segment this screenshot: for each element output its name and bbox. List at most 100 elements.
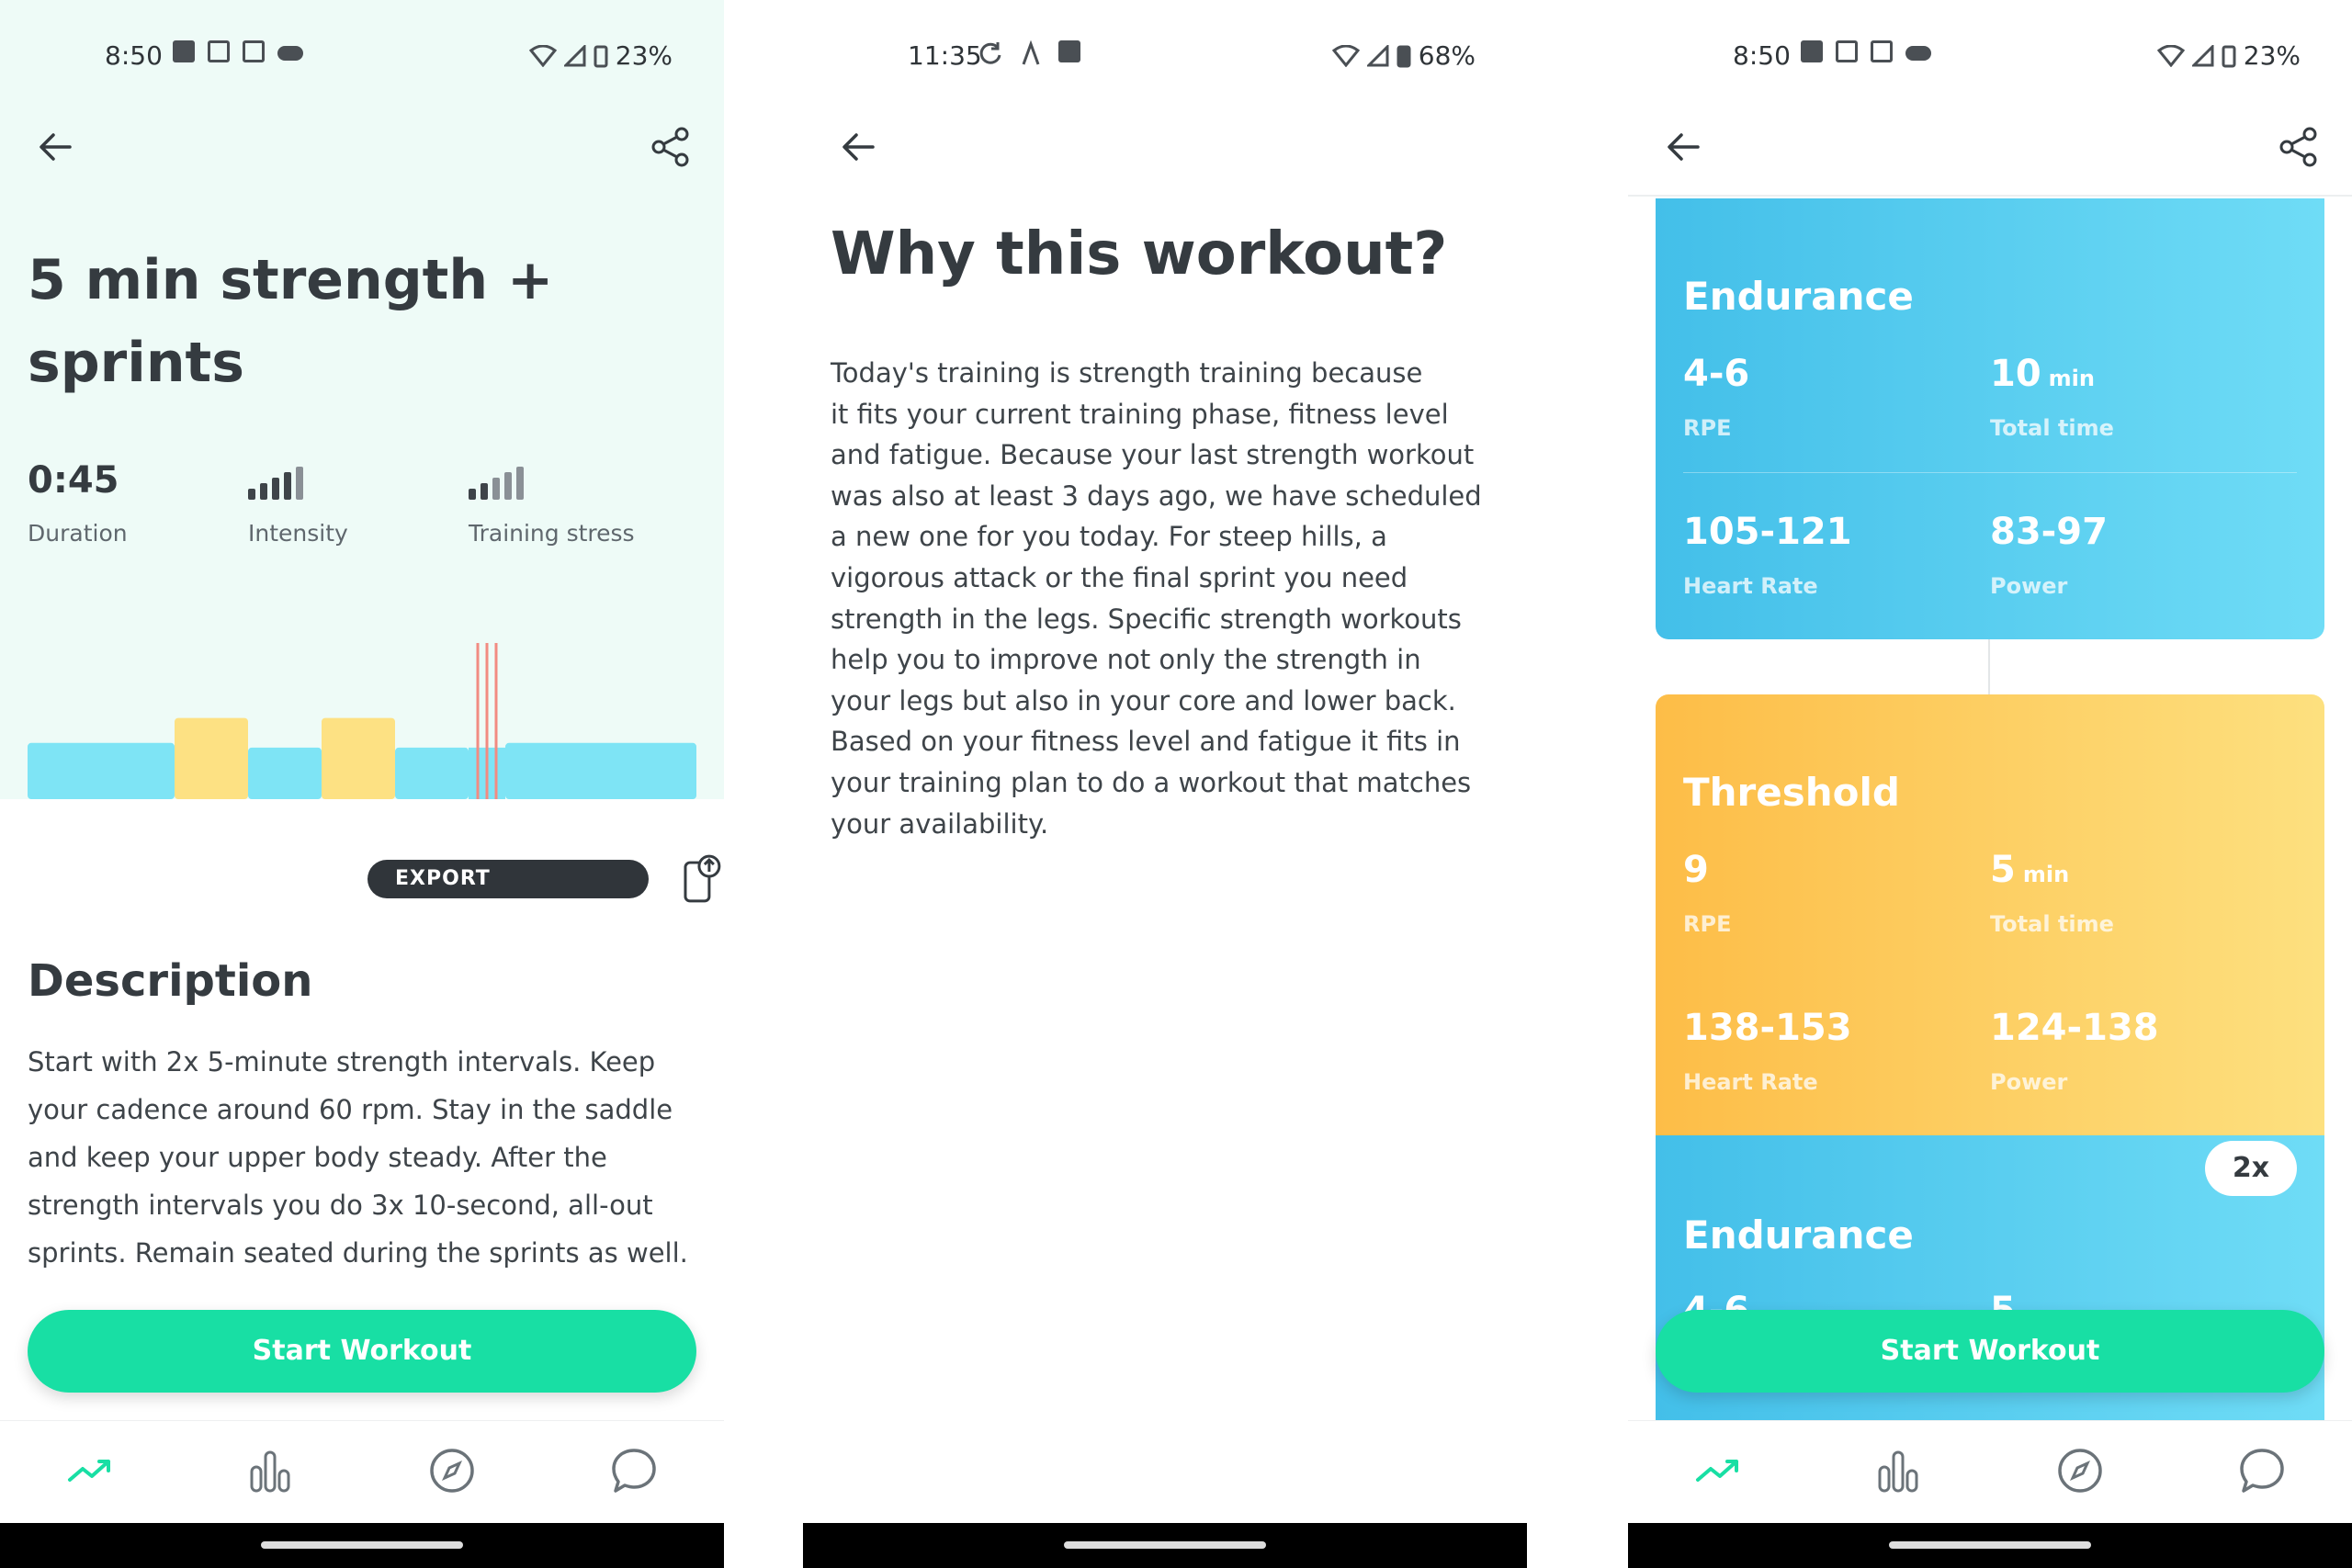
export-device-icon[interactable] (680, 853, 724, 905)
export-row: EXPORT WORKOUT (368, 854, 724, 929)
intensity-bars-icon (248, 459, 348, 500)
endurance-bar (248, 747, 322, 799)
duration-value: 0:45 (28, 459, 119, 502)
endurance-bar (395, 747, 469, 799)
calendar-icon (208, 40, 230, 62)
zone-title: Threshold (1683, 770, 1900, 815)
wifi-icon (528, 44, 557, 67)
rpe-value: 9 (1683, 849, 1709, 891)
heart-rate-value: 138-153 (1683, 1007, 1852, 1049)
battery-icon (594, 45, 608, 67)
intensity-stat: Intensity (248, 459, 348, 547)
home-indicator[interactable] (1064, 1541, 1266, 1549)
power-label: Power (1990, 1069, 2068, 1095)
sprint-interval-bar (485, 643, 489, 799)
power-value: 124-138 (1990, 1007, 2159, 1049)
zone-title: Endurance (1683, 1213, 1914, 1258)
start-workout-button[interactable]: Start Workout (1656, 1310, 2324, 1393)
wifi-icon (2156, 44, 2185, 67)
wifi-icon (1331, 44, 1360, 67)
signal-icon (1366, 44, 1389, 66)
threshold-card[interactable]: Threshold 9 RPE 5 min Total time 138-153 … (1656, 694, 2324, 1135)
notification-icon (1801, 40, 1823, 62)
heart-rate-label: Heart Rate (1683, 573, 1818, 599)
strength-bar (175, 717, 248, 799)
battery-icon (2222, 45, 2236, 67)
page-title: Why this workout? (831, 220, 1448, 288)
bottom-navigation (1628, 1420, 2352, 1523)
status-time: 8:50 (105, 40, 163, 71)
battery-level: 23% (615, 40, 673, 71)
compass-icon[interactable] (426, 1445, 478, 1496)
training-stress-bars-icon (469, 459, 635, 500)
back-arrow-icon[interactable] (836, 125, 880, 169)
training-stress-label: Training stress (469, 520, 635, 547)
total-time-value: 5 min (1990, 849, 2070, 891)
rpe-label: RPE (1683, 911, 1732, 937)
trend-icon[interactable] (1692, 1445, 1744, 1496)
sprint-interval-bar (494, 643, 498, 799)
power-label: Power (1990, 573, 2068, 599)
card-connector (1988, 639, 1990, 694)
back-arrow-icon[interactable] (33, 125, 77, 169)
header-divider (1628, 195, 2352, 197)
signal-icon (563, 44, 586, 66)
home-indicator[interactable] (1889, 1541, 2091, 1549)
sprint-interval-bar (476, 643, 480, 799)
calendar-icon (1871, 40, 1893, 62)
back-arrow-icon[interactable] (1661, 125, 1705, 169)
gesture-bar (0, 1523, 724, 1568)
explanation-text: Today's training is strength training be… (831, 357, 1482, 840)
notification-icon (1058, 40, 1080, 62)
chat-icon[interactable] (2236, 1445, 2288, 1496)
status-bar: 11:35 68% (803, 0, 1527, 110)
workout-profile-chart (28, 643, 696, 799)
cloud-icon (277, 46, 303, 61)
intensity-label: Intensity (248, 520, 348, 547)
duration-label: Duration (28, 520, 128, 547)
cloud-icon (1905, 46, 1931, 61)
share-icon[interactable] (2277, 125, 2321, 169)
signal-icon (2191, 44, 2214, 66)
endurance-bar (28, 742, 175, 799)
duration-stat: 0:45 Duration (28, 459, 128, 547)
description-text: Start with 2x 5-minute strength interval… (28, 1046, 688, 1269)
strava-icon (1022, 40, 1040, 65)
battery-level: 23% (2243, 40, 2301, 71)
home-indicator[interactable] (261, 1541, 463, 1549)
repeat-badge: 2x (2205, 1141, 2297, 1196)
workout-title: 5 min strength + sprints (28, 248, 554, 395)
description-heading: Description (28, 955, 313, 1007)
bottom-navigation (0, 1420, 724, 1523)
endurance-bar (505, 742, 696, 799)
start-workout-button[interactable]: Start Workout (28, 1310, 696, 1393)
gesture-bar (1628, 1523, 2352, 1568)
sync-icon (979, 42, 1001, 64)
battery-level: 68% (1418, 40, 1476, 71)
total-time-label: Total time (1990, 415, 2114, 441)
rpe-label: RPE (1683, 415, 1732, 441)
status-time: 11:35 (908, 40, 982, 71)
stats-icon[interactable] (1872, 1445, 1924, 1496)
stats-icon[interactable] (244, 1445, 296, 1496)
compass-icon[interactable] (2054, 1445, 2106, 1496)
rpe-value: 4-6 (1683, 353, 1750, 395)
status-time: 8:50 (1733, 40, 1791, 71)
power-value: 83-97 (1990, 511, 2108, 553)
why-this-workout-screen: 11:35 68% Why this workout? Today's trai… (803, 0, 1527, 1568)
card-divider (1683, 472, 2297, 473)
calendar-icon (1836, 40, 1858, 62)
heart-rate-value: 105-121 (1683, 511, 1852, 553)
export-workout-button[interactable]: EXPORT WORKOUT (368, 860, 650, 929)
share-icon[interactable] (649, 125, 693, 169)
total-time-value: 10 min (1990, 353, 2095, 395)
battery-icon (1396, 45, 1411, 67)
zone-title: Endurance (1683, 274, 1914, 319)
endurance-card[interactable]: Endurance 4-6 RPE 10 min Total time 105-1… (1656, 198, 2324, 639)
trend-icon[interactable] (64, 1445, 116, 1496)
training-stress-stat: Training stress (469, 459, 635, 547)
strength-bar (322, 717, 395, 799)
chat-icon[interactable] (608, 1445, 660, 1496)
status-bar: 8:50 23% (0, 0, 724, 110)
heart-rate-label: Heart Rate (1683, 1069, 1818, 1095)
